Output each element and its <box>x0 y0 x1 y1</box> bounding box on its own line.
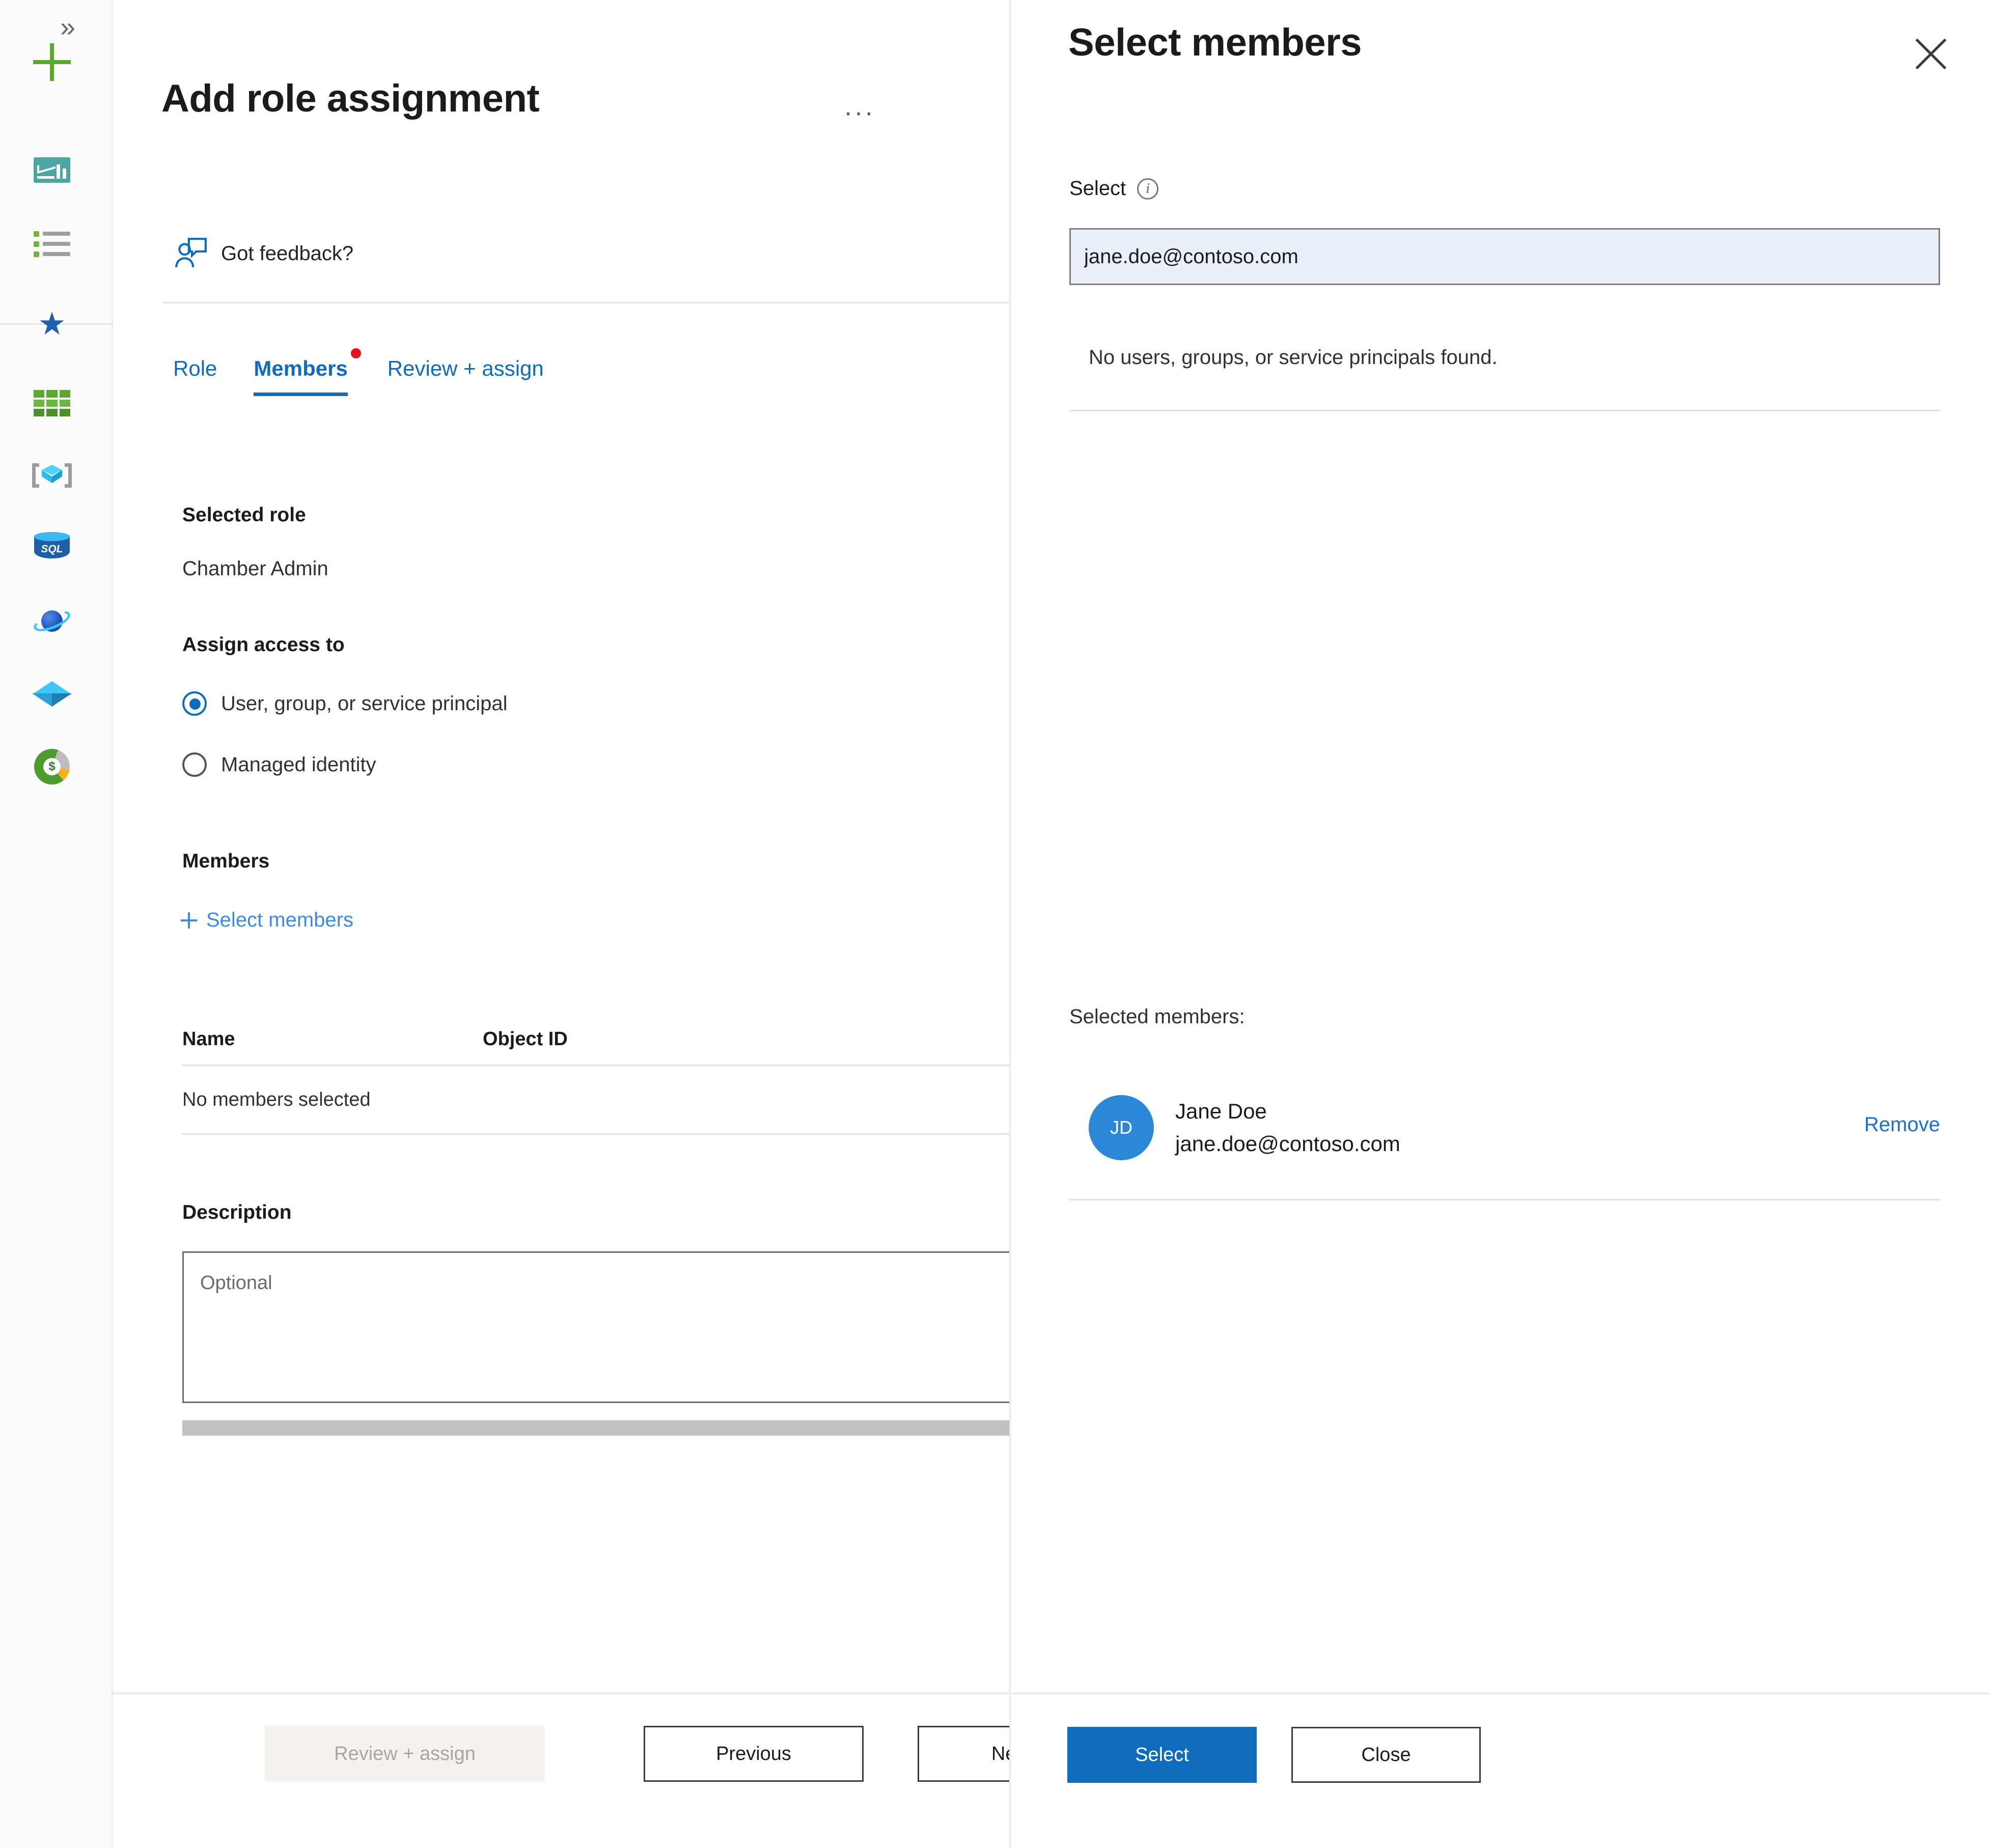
sidebar-item-resource-groups[interactable] <box>30 381 74 426</box>
panel-title: Select members <box>1068 21 1362 64</box>
table-header-row: Name Object ID <box>182 1028 1009 1065</box>
horizontal-scrollbar[interactable] <box>182 1420 1009 1436</box>
cosmos-db-icon <box>31 606 73 636</box>
review-assign-button[interactable]: Review + assign <box>265 1726 545 1782</box>
column-header-object-id: Object ID <box>483 1028 568 1050</box>
close-button[interactable]: Close <box>1291 1727 1481 1783</box>
sql-database-icon: SQL <box>34 532 70 562</box>
sidebar-item-data-explorer[interactable] <box>30 672 74 717</box>
grid-icon <box>34 390 70 416</box>
select-members-button[interactable]: Select members <box>181 909 353 932</box>
assign-access-label: Assign access to <box>182 634 345 656</box>
sidebar-item-dashboard[interactable] <box>30 148 74 192</box>
azure-portal-screen: » ★ SQL $ Add role assignment ··· Got fe… <box>0 0 1990 1848</box>
radio-managed-identity[interactable]: Managed identity <box>182 752 376 777</box>
selected-role-label: Selected role <box>182 504 306 526</box>
column-header-name: Name <box>182 1028 235 1050</box>
sidebar-item-create-resource[interactable] <box>30 40 74 85</box>
table-footer-rule <box>182 1133 1009 1135</box>
previous-button[interactable]: Previous <box>644 1726 864 1782</box>
feedback-icon <box>175 238 207 267</box>
tab-members-badge <box>350 348 361 358</box>
info-icon[interactable]: i <box>1137 178 1159 200</box>
plus-icon <box>181 912 197 929</box>
more-options-icon[interactable]: ··· <box>844 99 875 126</box>
diamond-icon <box>32 681 72 708</box>
table-empty-message: No members selected <box>182 1088 371 1110</box>
radio-user-indicator[interactable] <box>182 691 207 716</box>
member-divider <box>1069 1199 1940 1200</box>
sidebar-expand-icon[interactable]: » <box>60 11 75 43</box>
members-label: Members <box>182 850 270 872</box>
list-item: JD Jane Doe jane.doe@contoso.com Remove <box>1089 1087 1940 1168</box>
next-button[interactable]: Next <box>918 1726 1009 1782</box>
description-textarea[interactable]: Optional <box>182 1251 1009 1403</box>
sidebar-item-favorites[interactable]: ★ <box>30 302 74 347</box>
member-email: jane.doe@contoso.com <box>1175 1132 1400 1156</box>
select-field-label-row: Select i <box>1069 177 1159 200</box>
tab-members[interactable]: Members <box>254 348 361 396</box>
tab-role[interactable]: Role <box>173 356 217 396</box>
blade-footer: Review + assign Previous Next <box>113 1694 1009 1848</box>
radio-user-label: User, group, or service principal <box>221 692 508 715</box>
tab-role-label: Role <box>173 356 217 380</box>
page-title: Add role assignment <box>161 77 540 120</box>
star-icon: ★ <box>38 306 66 342</box>
sql-label: SQL <box>41 543 63 555</box>
member-name: Jane Doe <box>1175 1099 1267 1123</box>
no-results-message: No users, groups, or service principals … <box>1089 346 1498 369</box>
search-input[interactable] <box>1069 228 1940 285</box>
select-field-label: Select <box>1069 177 1126 200</box>
selected-role-value: Chamber Admin <box>182 557 328 580</box>
sidebar-icon-rail: » ★ SQL $ <box>0 0 113 1848</box>
selected-members-label: Selected members: <box>1069 1005 1245 1028</box>
tab-members-label: Members <box>254 356 348 380</box>
sidebar-item-cosmos-db[interactable] <box>30 598 74 643</box>
table-row: No members selected <box>182 1066 1009 1133</box>
select-members-panel: Select members Select i No users, groups… <box>1012 0 1990 1848</box>
sidebar-item-cost-management[interactable]: $ <box>30 744 74 789</box>
close-icon[interactable] <box>1912 35 1950 73</box>
description-label: Description <box>182 1201 292 1223</box>
sidebar-item-app-services[interactable] <box>30 453 74 498</box>
results-divider <box>1069 410 1940 411</box>
got-feedback-label: Got feedback? <box>221 242 354 265</box>
header-divider <box>163 302 1009 303</box>
avatar-initials: JD <box>1110 1117 1132 1138</box>
got-feedback-link[interactable]: Got feedback? <box>174 237 353 270</box>
sidebar-item-sql-databases[interactable]: SQL <box>30 524 74 569</box>
cost-donut-icon: $ <box>34 749 70 785</box>
tab-review-assign-label: Review + assign <box>387 356 544 380</box>
panel-footer-divider <box>1012 1693 1990 1694</box>
horizontal-scrollbar-thumb[interactable] <box>182 1420 1009 1436</box>
members-table: Name Object ID No members selected <box>182 1028 1009 1135</box>
radio-managed-identity-label: Managed identity <box>221 753 376 776</box>
radio-user-group-service-principal[interactable]: User, group, or service principal <box>182 691 507 716</box>
select-members-label: Select members <box>206 909 353 931</box>
list-icon <box>34 231 70 257</box>
cube-icon <box>32 461 72 490</box>
member-info: Jane Doe jane.doe@contoso.com <box>1175 1099 1400 1156</box>
cost-currency-label: $ <box>43 758 61 775</box>
remove-member-button[interactable]: Remove <box>1864 1113 1940 1136</box>
radio-managed-identity-indicator[interactable] <box>182 752 207 777</box>
tab-list: Role Members Review + assign <box>173 348 544 396</box>
plus-icon <box>33 43 71 81</box>
tab-review-assign[interactable]: Review + assign <box>388 356 544 396</box>
dashboard-icon <box>34 157 70 183</box>
avatar: JD <box>1089 1095 1154 1160</box>
add-role-assignment-blade: Add role assignment ··· Got feedback? Ro… <box>113 0 1011 1848</box>
select-button[interactable]: Select <box>1067 1727 1257 1783</box>
sidebar-item-all-services[interactable] <box>30 221 74 266</box>
description-placeholder: Optional <box>200 1272 272 1294</box>
